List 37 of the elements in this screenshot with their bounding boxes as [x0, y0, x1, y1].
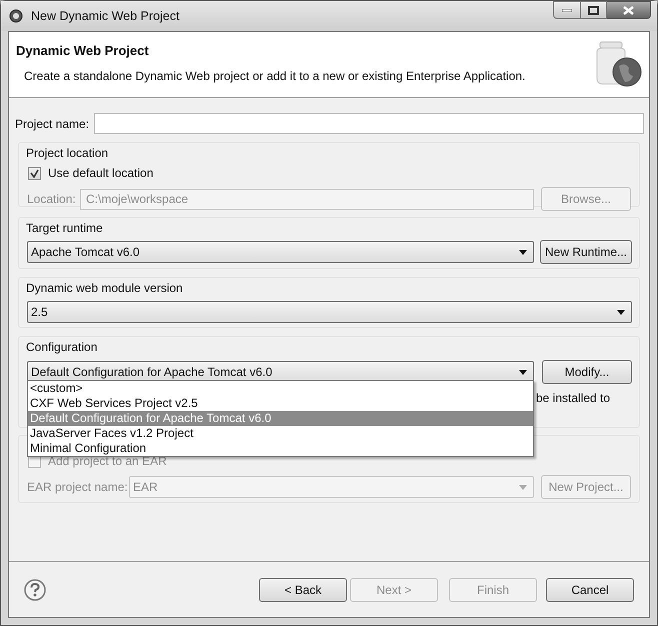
- runtime-dropdown[interactable]: Apache Tomcat v6.0: [27, 241, 534, 263]
- group-title: Dynamic web module version: [26, 281, 184, 295]
- checkbox-label: Use default location: [48, 165, 154, 182]
- dropdown-arrow-icon: [519, 370, 527, 374]
- window-title: New Dynamic Web Project: [31, 8, 180, 25]
- dropdown-option[interactable]: CXF Web Services Project v2.5: [28, 396, 533, 411]
- field-label: Project name:: [15, 116, 90, 132]
- dropdown-option[interactable]: JavaServer Faces v1.2 Project: [28, 426, 533, 441]
- page-description: Create a standalone Dynamic Web project or add it to a new or existing Enterprise Application.: [24, 68, 526, 84]
- checkbox[interactable]: [28, 166, 41, 180]
- dropdown-arrow-icon: [519, 250, 527, 254]
- dropdown-arrow-icon: [519, 484, 527, 490]
- wizard-button[interactable]: Cancel: [546, 578, 634, 602]
- new-runtime-button[interactable]: New Runtime...: [540, 240, 632, 264]
- group-title: Configuration: [26, 340, 98, 354]
- help-icon[interactable]: [24, 578, 46, 600]
- maximize-icon: [588, 6, 599, 14]
- close-button[interactable]: [607, 1, 651, 19]
- dropdown-arrow-icon: [617, 310, 625, 314]
- dropdown-option[interactable]: Minimal Configuration: [28, 441, 533, 456]
- close-icon: [623, 6, 634, 14]
- wizard-button[interactable]: < Back: [259, 578, 347, 602]
- group-title: Project location: [26, 146, 110, 160]
- minimize-button[interactable]: [553, 1, 581, 19]
- version-dropdown[interactable]: 2.5: [27, 301, 632, 323]
- maximize-button[interactable]: [581, 1, 607, 19]
- dropdown-option[interactable]: <custom>: [28, 381, 533, 396]
- modify-button[interactable]: Modify...: [542, 360, 632, 384]
- field-label: Location:: [27, 191, 77, 208]
- project-name-field[interactable]: [94, 113, 644, 134]
- minimize-icon: [562, 8, 572, 12]
- field-label: EAR project name:: [27, 479, 129, 496]
- description-text: be installed to: [536, 390, 610, 407]
- page-title: Dynamic Web Project: [16, 42, 150, 60]
- group-title: Target runtime: [26, 221, 104, 235]
- checkmark-icon: [30, 168, 39, 178]
- checkbox-label: Add project to an EAR: [48, 454, 167, 470]
